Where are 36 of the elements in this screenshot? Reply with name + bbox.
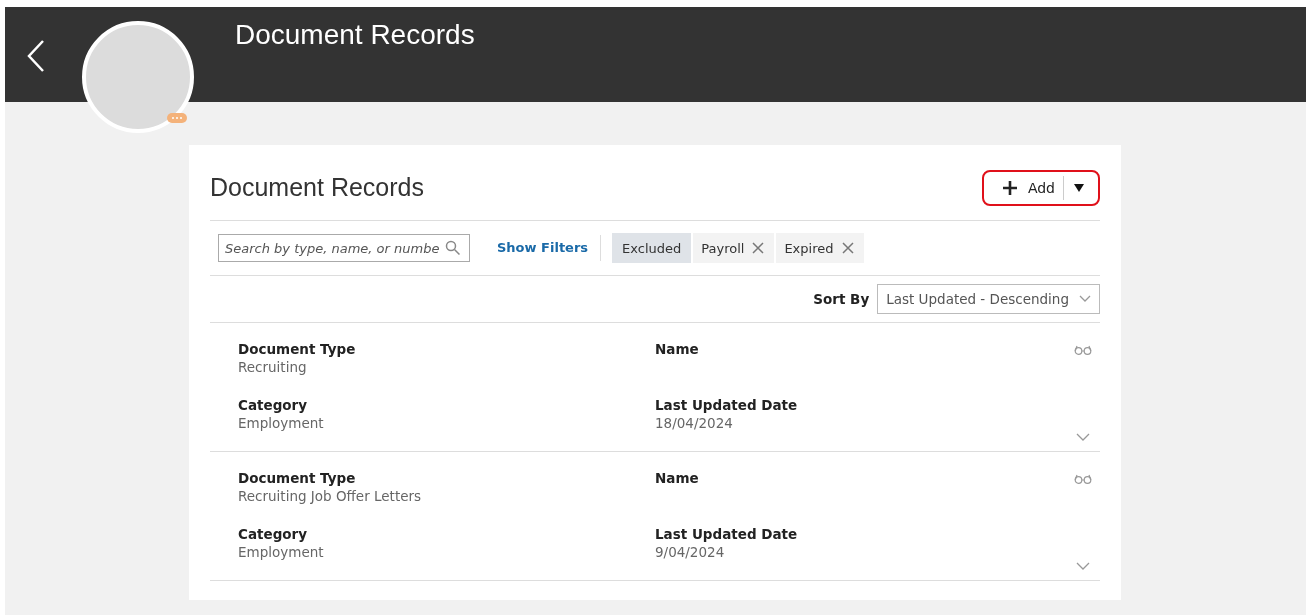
field-label: Last Updated Date [655,397,799,413]
field-value: Employment [238,415,325,431]
field-label: Document Type [238,470,357,486]
section-title: Document Records [210,173,424,202]
field-label: Category [238,526,309,542]
chevron-down-icon[interactable] [1076,562,1090,570]
caret-icon [1074,183,1084,192]
plus-icon [1001,179,1018,196]
field-value: Recruiting Job Offer Letters [238,488,423,504]
field-label: Last Updated Date [655,526,799,542]
filter-label: Excluded [612,233,692,263]
back-icon [26,39,46,73]
chevron-down-icon [1079,295,1091,303]
field-value: Recruiting [238,359,308,375]
search-field[interactable]: Search by type, name, or numbe [218,234,470,262]
show-filters-link[interactable]: Show Filters [497,235,602,261]
field-label: Category [238,397,309,413]
add-button-group[interactable]: Add [981,169,1100,206]
field-value: Employment [238,544,325,560]
search-icon [445,240,461,256]
glasses-icon[interactable] [1074,474,1092,484]
field-label: Document Type [238,341,357,357]
sort-label: Sort By [813,291,870,307]
filter-chip[interactable]: Expired [776,233,864,263]
close-icon[interactable] [752,242,765,254]
glasses-icon[interactable] [1074,345,1092,355]
chevron-down-icon[interactable] [1076,433,1090,441]
field-value: 9/04/2024 [655,544,726,560]
field-label: Name [655,341,700,357]
filter-chip[interactable]: Payroll [693,233,775,263]
sort-select[interactable]: Last Updated - Descending [877,284,1100,314]
page-title: Document Records [235,19,475,51]
add-button[interactable]: Add [997,175,1064,200]
field-value: 18/04/2024 [655,415,734,431]
field-label: Name [655,470,700,486]
close-icon[interactable] [841,242,854,254]
